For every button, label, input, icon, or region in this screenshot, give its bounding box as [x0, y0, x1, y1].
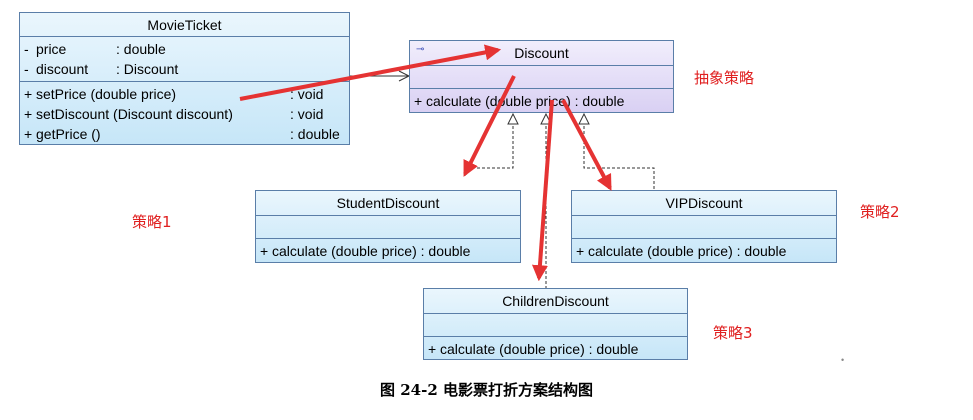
attribute-row: - discount : Discount [24, 59, 349, 79]
class-vip-discount[interactable]: VIPDiscount + calculate (double price) :… [571, 190, 837, 263]
operation-row: + calculate (double price) : double [414, 91, 673, 111]
operation-name: calculate (double price) : double [588, 243, 787, 259]
attributes-section: - price : double - discount : Discount [20, 37, 349, 82]
operation-name: getPrice () [36, 126, 101, 142]
visibility: + [576, 243, 585, 259]
visibility: + [428, 341, 437, 357]
label-strategy3: 策略3 [713, 324, 753, 342]
visibility: + [24, 86, 33, 102]
operation-row: + getPrice () : double [24, 124, 349, 144]
operation-name: setDiscount (Discount discount) [36, 106, 233, 122]
visibility: + [260, 243, 269, 259]
operation-row: + setPrice (double price) : void [24, 84, 349, 104]
class-student-discount[interactable]: StudentDiscount + calculate (double pric… [255, 190, 521, 263]
attribute-name: discount [36, 61, 89, 77]
realization-children [540, 112, 552, 289]
attributes-section [424, 314, 687, 337]
interface-icon: ⊸ [416, 44, 425, 55]
attribute-name: price [36, 41, 67, 57]
visibility: + [414, 93, 423, 109]
operations-section: + calculate (double price) : double [256, 239, 520, 263]
stray-mark: • [841, 355, 845, 365]
operation-name: setPrice (double price) [36, 86, 177, 102]
attribute-row: - price : double [24, 39, 349, 59]
operation-row: + calculate (double price) : double [428, 339, 687, 359]
class-name: ChildrenDiscount [424, 289, 687, 314]
class-movie-ticket[interactable]: MovieTicket - price : double - discount … [19, 12, 350, 145]
association-connector [349, 70, 411, 82]
operations-section: + calculate (double price) : double [572, 239, 836, 263]
attribute-type: : double [116, 41, 166, 57]
operation-type: : void [290, 86, 324, 102]
visibility: - [24, 61, 29, 77]
attributes-section [256, 216, 520, 239]
operation-name: calculate (double price) : double [272, 243, 471, 259]
attributes-section [572, 216, 836, 239]
class-name: VIPDiscount [572, 191, 836, 216]
class-name: Discount [410, 41, 673, 66]
operation-name: calculate (double price) : double [426, 93, 625, 109]
class-children-discount[interactable]: ChildrenDiscount + calculate (double pri… [423, 288, 688, 360]
operation-row: + calculate (double price) : double [260, 241, 520, 261]
operation-row: + calculate (double price) : double [576, 241, 836, 261]
operation-name: calculate (double price) : double [440, 341, 639, 357]
attributes-section [410, 66, 673, 89]
operations-section: + setPrice (double price) : void + setDi… [20, 82, 349, 146]
operation-row: + setDiscount (Discount discount) : void [24, 104, 349, 124]
operation-type: : void [290, 106, 324, 122]
realization-vip [578, 112, 655, 190]
figure-caption: 图 24-2 电影票打折方案结构图 [380, 381, 593, 399]
visibility: + [24, 106, 33, 122]
class-name: MovieTicket [20, 13, 349, 37]
attribute-type: : Discount [116, 61, 179, 77]
operations-section: + calculate (double price) : double [410, 89, 673, 113]
label-strategy1: 策略1 [132, 213, 172, 231]
class-name: StudentDiscount [256, 191, 520, 216]
label-strategy2: 策略2 [860, 203, 900, 221]
visibility: - [24, 41, 29, 57]
class-discount[interactable]: ⊸ Discount + calculate (double price) : … [409, 40, 674, 113]
operations-section: + calculate (double price) : double [424, 337, 687, 361]
realization-student [464, 112, 519, 178]
operation-type: : double [290, 126, 340, 142]
label-abstract-strategy: 抽象策略 [694, 69, 755, 87]
visibility: + [24, 126, 33, 142]
